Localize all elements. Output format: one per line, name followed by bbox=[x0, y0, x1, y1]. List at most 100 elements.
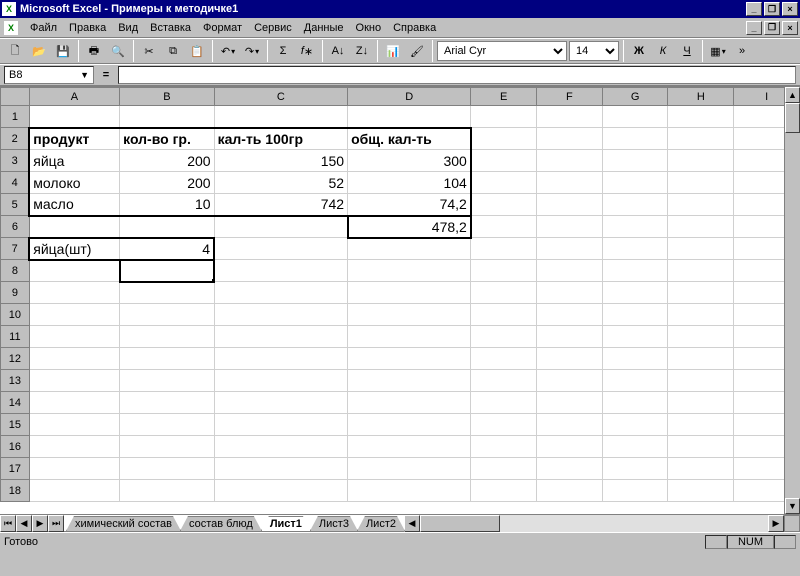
cell-B13[interactable] bbox=[120, 370, 214, 392]
cell-A18[interactable] bbox=[29, 480, 119, 502]
borders-icon[interactable]: ▦ bbox=[707, 40, 729, 62]
cell-B4[interactable]: 200 bbox=[120, 172, 214, 194]
cell-B14[interactable] bbox=[120, 392, 214, 414]
cell-A4[interactable]: молоко bbox=[29, 172, 119, 194]
cell-G5[interactable] bbox=[602, 194, 668, 216]
cell-H7[interactable] bbox=[668, 238, 734, 260]
menu-help[interactable]: Справка bbox=[387, 20, 442, 36]
sheet-tab[interactable]: Лист2 bbox=[357, 516, 405, 531]
cell-E7[interactable] bbox=[471, 238, 537, 260]
tab-last-icon[interactable]: ⏭ bbox=[48, 515, 64, 532]
font-name-select[interactable]: Arial Cyr bbox=[437, 41, 567, 61]
cell-A16[interactable] bbox=[29, 436, 119, 458]
cell-A7[interactable]: яйца(шт) bbox=[29, 238, 119, 260]
menu-view[interactable]: Вид bbox=[112, 20, 144, 36]
cell-H8[interactable] bbox=[668, 260, 734, 282]
cell-D4[interactable]: 104 bbox=[348, 172, 471, 194]
vertical-scrollbar[interactable]: ▲ ▼ bbox=[784, 87, 800, 514]
cell-E10[interactable] bbox=[471, 304, 537, 326]
cell-D7[interactable] bbox=[348, 238, 471, 260]
cell-H6[interactable] bbox=[668, 216, 734, 238]
cell-E4[interactable] bbox=[471, 172, 537, 194]
cell-H12[interactable] bbox=[668, 348, 734, 370]
open-icon[interactable]: 📂 bbox=[28, 40, 50, 62]
cell-C2[interactable]: кал-ть 100гр bbox=[214, 128, 348, 150]
cell-A5[interactable]: масло bbox=[29, 194, 119, 216]
cell-C9[interactable] bbox=[214, 282, 348, 304]
cell-A1[interactable] bbox=[29, 106, 119, 128]
cell-F9[interactable] bbox=[537, 282, 603, 304]
doc-minimize-button[interactable]: _ bbox=[746, 21, 762, 35]
cell-B18[interactable] bbox=[120, 480, 214, 502]
cell-E1[interactable] bbox=[471, 106, 537, 128]
cell-H9[interactable] bbox=[668, 282, 734, 304]
row-header-9[interactable]: 9 bbox=[1, 282, 30, 304]
tab-prev-icon[interactable]: ◀ bbox=[16, 515, 32, 532]
cell-F17[interactable] bbox=[537, 458, 603, 480]
row-header-17[interactable]: 17 bbox=[1, 458, 30, 480]
cell-H18[interactable] bbox=[668, 480, 734, 502]
cell-G9[interactable] bbox=[602, 282, 668, 304]
row-header-4[interactable]: 4 bbox=[1, 172, 30, 194]
cell-D13[interactable] bbox=[348, 370, 471, 392]
doc-close-button[interactable]: × bbox=[782, 21, 798, 35]
cell-G17[interactable] bbox=[602, 458, 668, 480]
scroll-right-icon[interactable]: ▶ bbox=[768, 515, 784, 532]
cell-H14[interactable] bbox=[668, 392, 734, 414]
cell-C4[interactable]: 52 bbox=[214, 172, 348, 194]
cell-A6[interactable] bbox=[29, 216, 119, 238]
col-header-F[interactable]: F bbox=[537, 88, 603, 106]
cell-H1[interactable] bbox=[668, 106, 734, 128]
tab-next-icon[interactable]: ▶ bbox=[32, 515, 48, 532]
cell-A2[interactable]: продукт bbox=[29, 128, 119, 150]
redo-icon[interactable]: ↷ bbox=[241, 40, 263, 62]
cell-C10[interactable] bbox=[214, 304, 348, 326]
row-header-11[interactable]: 11 bbox=[1, 326, 30, 348]
cell-C18[interactable] bbox=[214, 480, 348, 502]
cell-B3[interactable]: 200 bbox=[120, 150, 214, 172]
cell-B17[interactable] bbox=[120, 458, 214, 480]
cell-G2[interactable] bbox=[602, 128, 668, 150]
tab-first-icon[interactable]: ⏮ bbox=[0, 515, 16, 532]
sheet-tab[interactable]: химический состав bbox=[66, 516, 181, 531]
cell-H3[interactable] bbox=[668, 150, 734, 172]
italic-button[interactable]: К bbox=[652, 40, 674, 62]
cell-G3[interactable] bbox=[602, 150, 668, 172]
sort-desc-icon[interactable]: Z↓ bbox=[351, 40, 373, 62]
row-header-1[interactable]: 1 bbox=[1, 106, 30, 128]
row-header-14[interactable]: 14 bbox=[1, 392, 30, 414]
menu-window[interactable]: Окно bbox=[350, 20, 388, 36]
cell-A10[interactable] bbox=[29, 304, 119, 326]
undo-icon[interactable]: ↶ bbox=[217, 40, 239, 62]
cell-A12[interactable] bbox=[29, 348, 119, 370]
cell-F15[interactable] bbox=[537, 414, 603, 436]
cell-E13[interactable] bbox=[471, 370, 537, 392]
cell-C1[interactable] bbox=[214, 106, 348, 128]
new-icon[interactable]: 🗋 bbox=[4, 40, 26, 62]
vscroll-thumb[interactable] bbox=[785, 103, 800, 133]
row-header-16[interactable]: 16 bbox=[1, 436, 30, 458]
col-header-C[interactable]: C bbox=[214, 88, 348, 106]
cell-A13[interactable] bbox=[29, 370, 119, 392]
cell-F16[interactable] bbox=[537, 436, 603, 458]
cell-B8[interactable] bbox=[120, 260, 214, 282]
chart-icon[interactable]: 📊 bbox=[382, 40, 404, 62]
cell-G14[interactable] bbox=[602, 392, 668, 414]
autosum-icon[interactable]: Σ bbox=[272, 40, 294, 62]
cell-F14[interactable] bbox=[537, 392, 603, 414]
col-header-G[interactable]: G bbox=[602, 88, 668, 106]
menu-edit[interactable]: Правка bbox=[63, 20, 112, 36]
more-icon[interactable]: » bbox=[731, 40, 753, 62]
cell-H15[interactable] bbox=[668, 414, 734, 436]
cell-C11[interactable] bbox=[214, 326, 348, 348]
cell-C13[interactable] bbox=[214, 370, 348, 392]
cell-H13[interactable] bbox=[668, 370, 734, 392]
cell-B11[interactable] bbox=[120, 326, 214, 348]
select-all-corner[interactable] bbox=[1, 88, 30, 106]
cell-B9[interactable] bbox=[120, 282, 214, 304]
cell-C15[interactable] bbox=[214, 414, 348, 436]
row-header-6[interactable]: 6 bbox=[1, 216, 30, 238]
cell-D16[interactable] bbox=[348, 436, 471, 458]
minimize-button[interactable]: _ bbox=[746, 2, 762, 16]
cell-E2[interactable] bbox=[471, 128, 537, 150]
